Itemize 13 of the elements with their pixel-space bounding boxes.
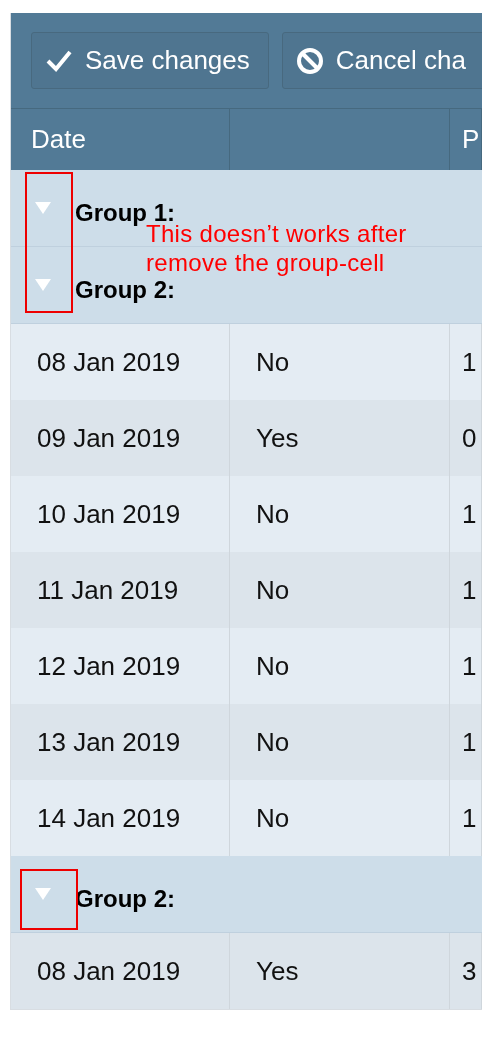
table-cell: 3 <box>450 933 482 1009</box>
prohibited-icon <box>295 46 324 75</box>
save-button[interactable]: Save changes <box>31 32 269 89</box>
caret-icon[interactable] <box>34 200 52 216</box>
caret-icon[interactable] <box>34 277 52 293</box>
caret-icon[interactable] <box>34 886 52 902</box>
cancel-button[interactable]: Cancel cha <box>281 32 482 89</box>
table-cell: Yes <box>230 933 450 1009</box>
highlight-frame <box>20 869 78 930</box>
group-label: Group 2: <box>75 276 175 304</box>
check-icon <box>45 48 73 73</box>
table-cell: 08 Jan 2019 <box>11 933 230 1009</box>
group-label: Group 2: <box>75 885 175 913</box>
